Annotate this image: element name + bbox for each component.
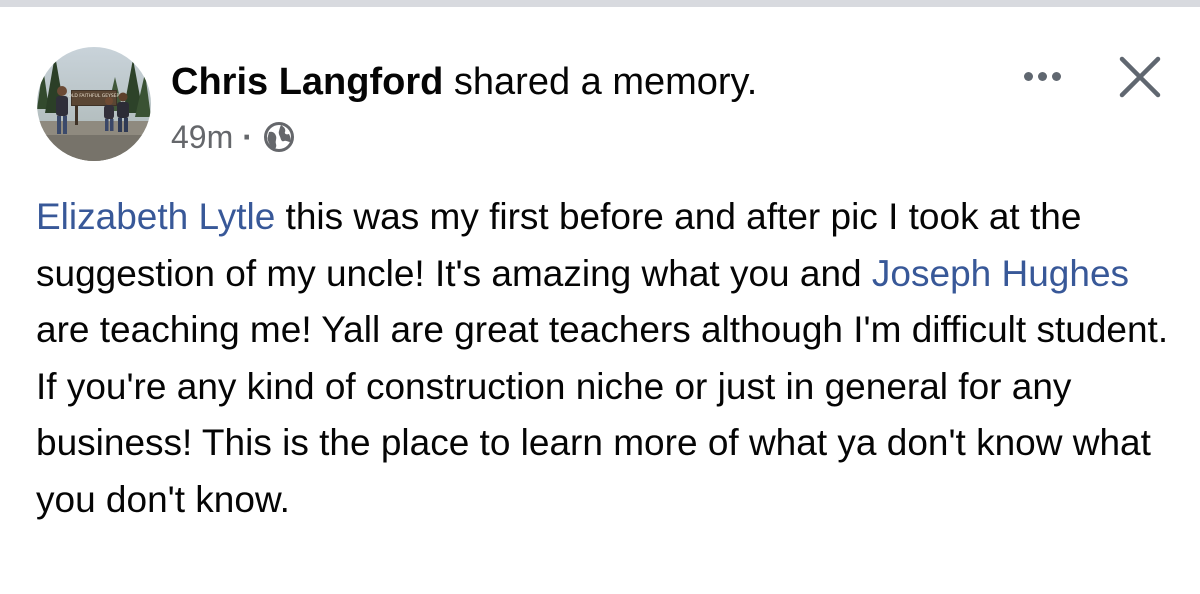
- post-body: Elizabeth Lytle this was my first before…: [36, 189, 1176, 528]
- meta-separator: ·: [242, 118, 253, 155]
- memory-post: OLD FAITHFUL GEYSER Chris Langford share…: [0, 7, 1200, 594]
- close-button[interactable]: [1114, 51, 1166, 103]
- globe-icon[interactable]: [263, 121, 295, 153]
- post-body-text: are teaching me! Yall are great teachers…: [36, 309, 1169, 520]
- post-header-line: Chris Langford shared a memory.: [171, 59, 757, 105]
- post-action-text: shared a memory.: [453, 61, 758, 103]
- more-dot: [1023, 71, 1033, 81]
- top-divider: [0, 0, 1200, 7]
- post-timestamp[interactable]: 49m: [171, 119, 233, 156]
- more-dot: [1037, 71, 1047, 81]
- avatar-photo: OLD FAITHFUL GEYSER: [37, 47, 151, 161]
- more-options-button[interactable]: [1014, 61, 1070, 91]
- mention-link[interactable]: Joseph Hughes: [872, 253, 1129, 294]
- author-name[interactable]: Chris Langford: [171, 61, 443, 103]
- more-dot: [1051, 71, 1061, 81]
- avatar-sign-text: OLD FAITHFUL GEYSER: [68, 93, 119, 99]
- post-meta: 49m ·: [171, 117, 295, 157]
- close-icon: [1119, 56, 1161, 98]
- mention-link[interactable]: Elizabeth Lytle: [36, 196, 275, 237]
- author-avatar[interactable]: OLD FAITHFUL GEYSER: [37, 47, 151, 161]
